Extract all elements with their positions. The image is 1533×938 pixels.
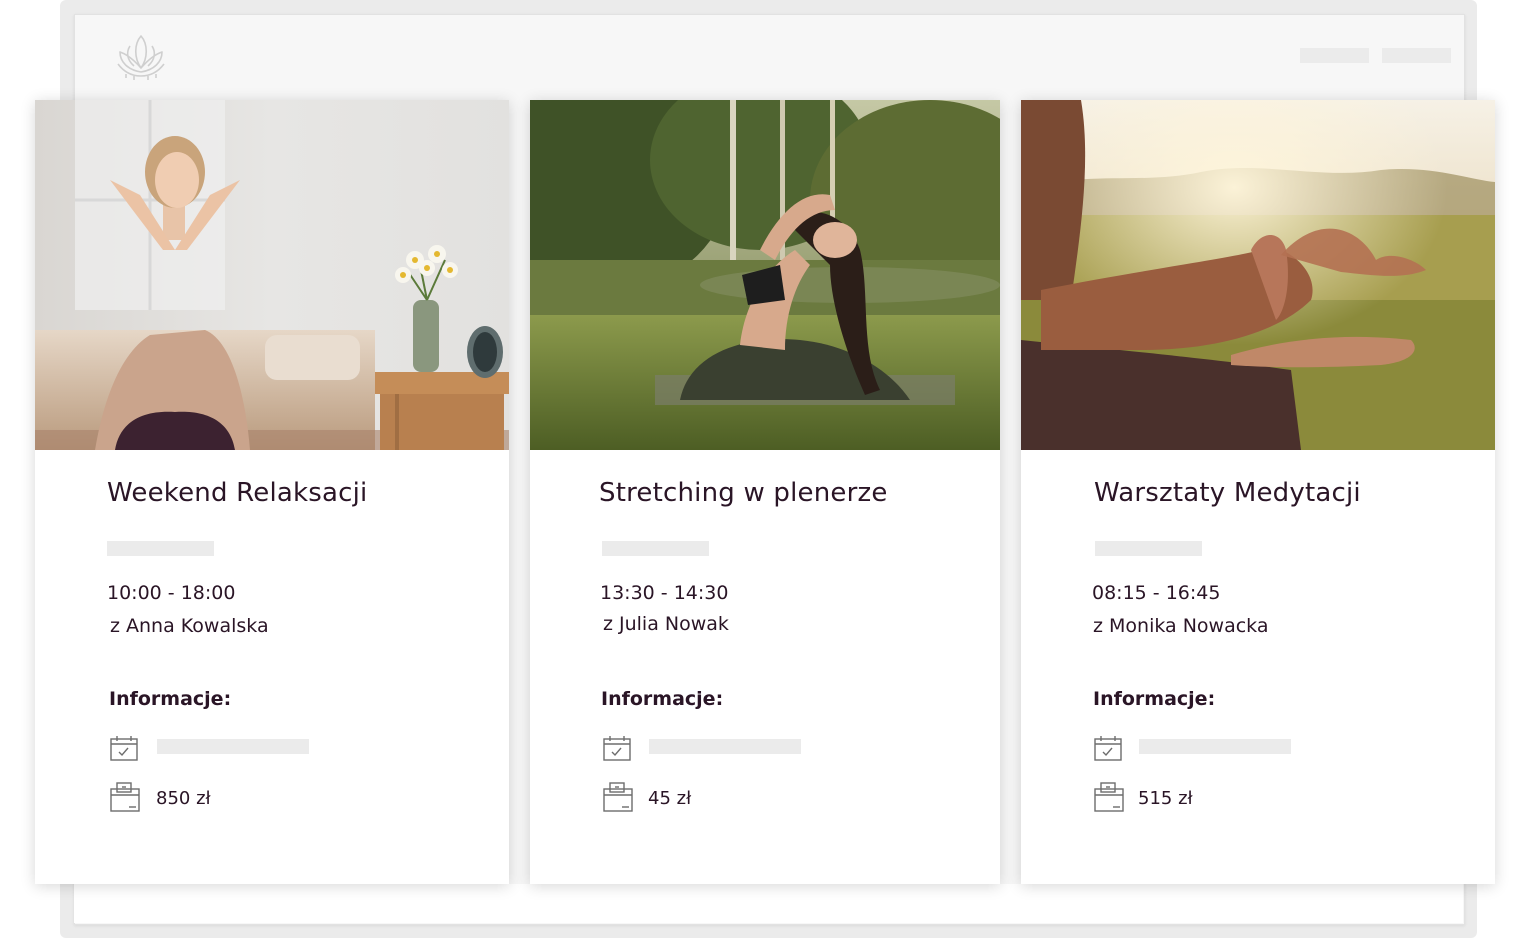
event-price: 515 zł <box>1138 788 1193 809</box>
event-instructor: z Anna Kowalska <box>110 615 269 637</box>
stage: Weekend Relaksacji 10:00 - 18:00 z Anna … <box>0 0 1533 938</box>
event-price: 45 zł <box>648 788 692 809</box>
nav-link-placeholder[interactable] <box>1382 48 1451 63</box>
event-photo <box>1021 100 1495 450</box>
event-photo <box>35 100 509 450</box>
subtitle-placeholder <box>602 541 709 556</box>
event-card[interactable]: Weekend Relaksacji 10:00 - 18:00 z Anna … <box>35 100 509 884</box>
date-placeholder <box>157 739 309 754</box>
event-price: 850 zł <box>156 788 211 809</box>
event-time: 10:00 - 18:00 <box>107 582 236 604</box>
date-placeholder <box>649 739 801 754</box>
info-label: Informacje: <box>601 688 724 710</box>
info-label: Informacje: <box>1093 688 1216 710</box>
wallet-icon <box>109 781 141 813</box>
event-title[interactable]: Stretching w plenerze <box>599 478 888 508</box>
event-time: 08:15 - 16:45 <box>1092 582 1221 604</box>
event-time: 13:30 - 14:30 <box>600 582 729 604</box>
wallet-icon <box>602 781 634 813</box>
calendar-icon <box>109 734 139 762</box>
event-instructor: z Julia Nowak <box>603 613 729 635</box>
event-title[interactable]: Weekend Relaksacji <box>107 478 367 508</box>
wallet-icon <box>1093 781 1125 813</box>
info-label: Informacje: <box>109 688 232 710</box>
subtitle-placeholder <box>107 541 214 556</box>
subtitle-placeholder <box>1095 541 1202 556</box>
event-card[interactable]: Stretching w plenerze 13:30 - 14:30 z Ju… <box>530 100 1000 884</box>
nav-link-placeholder[interactable] <box>1300 48 1369 63</box>
calendar-icon <box>602 734 632 762</box>
page-footer-area <box>74 884 1463 923</box>
calendar-icon <box>1093 734 1123 762</box>
event-title[interactable]: Warsztaty Medytacji <box>1094 478 1361 508</box>
date-placeholder <box>1139 739 1291 754</box>
event-instructor: z Monika Nowacka <box>1093 615 1269 637</box>
event-card[interactable]: Warsztaty Medytacji 08:15 - 16:45 z Moni… <box>1021 100 1495 884</box>
event-photo <box>530 100 1000 450</box>
lotus-icon[interactable] <box>112 30 170 82</box>
